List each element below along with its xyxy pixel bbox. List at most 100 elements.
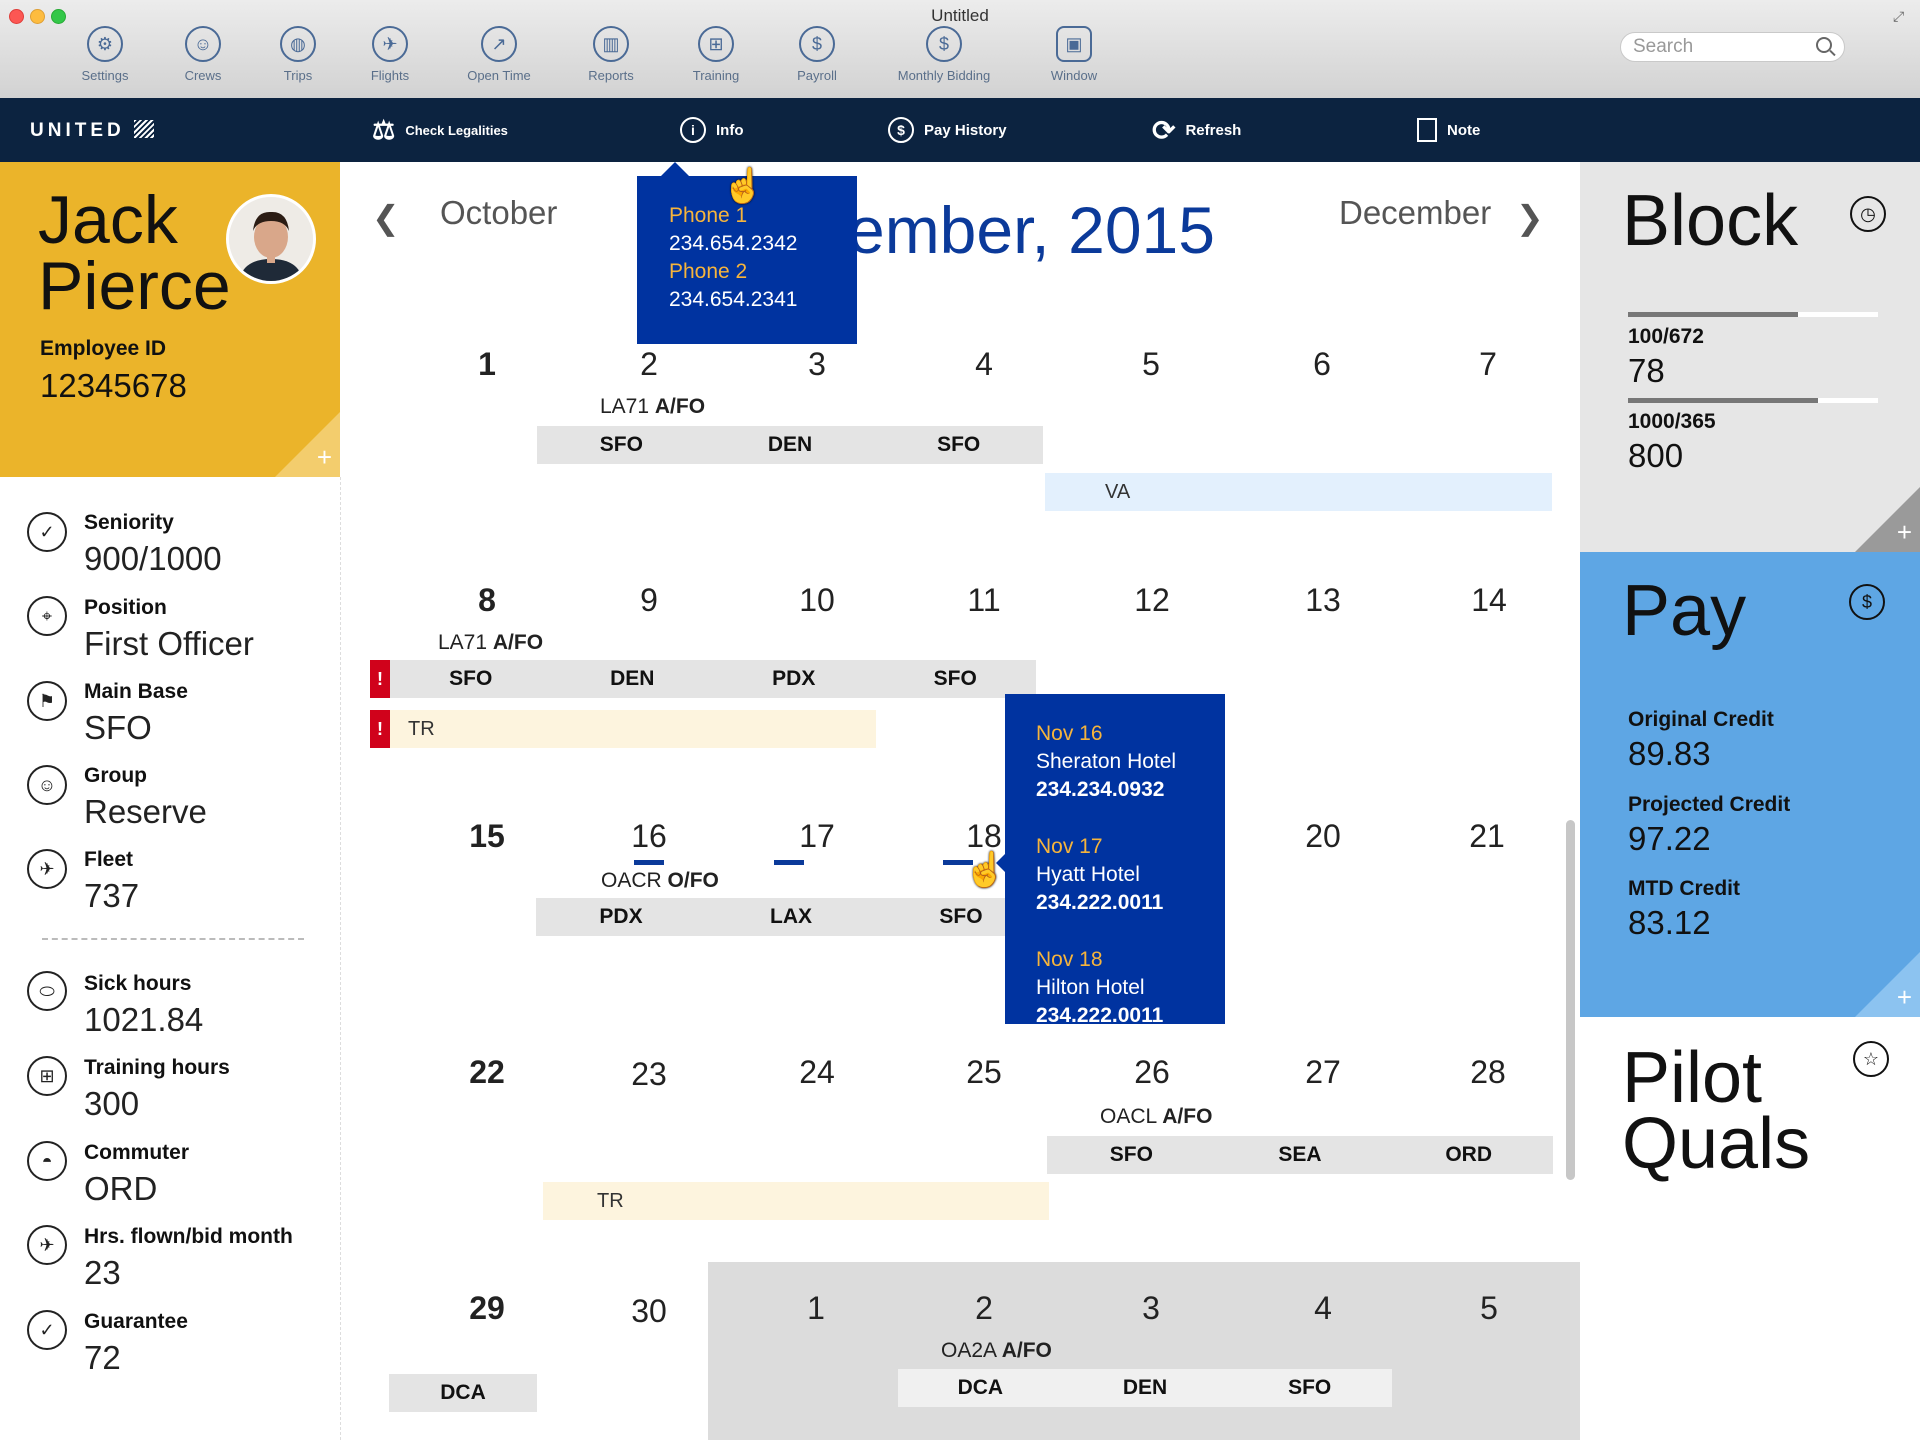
day-cell[interactable]: 1 (786, 1290, 846, 1327)
next-month-chevron-icon[interactable]: ❯ (1516, 198, 1544, 237)
day-cell[interactable]: 30 (619, 1293, 679, 1330)
hotel-entry[interactable]: Nov 17 Hyatt Hotel 234.222.0011 (1036, 835, 1163, 915)
toolbar-settings[interactable]: ⚙ Settings (50, 26, 160, 83)
trip-code: LA71 A/FO (438, 631, 543, 655)
toolbar-window[interactable]: ▣ Window (1019, 26, 1129, 83)
next-month-link[interactable]: December (1339, 194, 1491, 232)
toolbar-monthly-bidding[interactable]: $ Monthly Bidding (879, 26, 1009, 83)
stat-label: Fleet (84, 848, 134, 871)
leg-airport: PDX (772, 667, 816, 690)
day-cell[interactable]: 15 (457, 818, 517, 855)
phone1-value[interactable]: 234.654.2342 (669, 232, 797, 256)
trip-id: OACR (601, 869, 662, 892)
pointer-cursor-icon: ☝ (964, 851, 1007, 889)
pointer-cursor-icon: ☝ (722, 167, 765, 205)
trip-leg-bar[interactable]: DCA (389, 1374, 537, 1412)
day-cell[interactable]: 21 (1457, 818, 1517, 855)
check-legalities-button[interactable]: ⚖ Check Legalities (372, 98, 508, 162)
trip-leg-bar[interactable]: SFO DEN PDX SFO (390, 660, 1036, 698)
trip-leg-bar[interactable]: SFO SEA ORD (1047, 1136, 1553, 1174)
day-cell[interactable]: 3 (787, 346, 847, 383)
day-cell[interactable]: 5 (1121, 346, 1181, 383)
stat-value: 23 (84, 1254, 121, 1291)
day-cell[interactable]: 29 (457, 1290, 517, 1327)
phone2-value[interactable]: 234.654.2341 (669, 288, 797, 312)
leg-airport: DCA (440, 1381, 486, 1404)
block-add-button[interactable]: + (1855, 487, 1920, 552)
day-cell[interactable]: 17 (787, 818, 847, 855)
flag-icon: ⚑ (27, 681, 67, 721)
nav-label: Note (1447, 121, 1481, 139)
day-cell[interactable]: 24 (787, 1054, 847, 1091)
refresh-button[interactable]: ⟳ Refresh (1152, 98, 1241, 162)
hotel-phone: 234.222.0011 (1036, 1004, 1164, 1027)
toolbar: Untitled ⤢ ⚙ Settings ☺ Crews ◍ Trips ✈ … (0, 0, 1920, 99)
toolbar-label: Flights (370, 68, 410, 83)
next-month-shade (708, 1262, 1580, 1440)
toolbar-reports[interactable]: ▥ Reports (556, 26, 666, 83)
prev-month-link[interactable]: October (440, 194, 557, 232)
block-progress-1 (1628, 312, 1878, 317)
hotel-name: Sheraton Hotel (1036, 750, 1177, 773)
vacation-bar[interactable]: VA (1045, 473, 1552, 511)
hotel-entry[interactable]: Nov 18 Hilton Hotel 234.222.0011 (1036, 948, 1163, 1028)
hotel-entry[interactable]: Nov 16 Sheraton Hotel 234.234.0932 (1036, 722, 1176, 802)
day-cell[interactable]: 22 (457, 1054, 517, 1091)
day-cell[interactable]: 2 (619, 346, 679, 383)
day-cell[interactable]: 26 (1122, 1054, 1182, 1091)
day-cell[interactable]: 4 (954, 346, 1014, 383)
day-cell[interactable]: 10 (787, 582, 847, 619)
toolbar-payroll[interactable]: $ Payroll (762, 26, 872, 83)
bidding-icon: $ (926, 26, 962, 62)
pilot-profile-card: Jack Pierce Employee ID 12345678 + (0, 162, 340, 477)
day-cell[interactable]: 3 (1121, 1290, 1181, 1327)
trip-id: OACL (1100, 1105, 1157, 1128)
stat-value: Reserve (84, 793, 207, 830)
search-input[interactable]: Search (1620, 32, 1845, 62)
day-cell[interactable]: 1 (457, 346, 517, 383)
prev-month-chevron-icon[interactable]: ❮ (372, 198, 400, 237)
info-button[interactable]: i Info (680, 98, 744, 162)
note-button[interactable]: Note (1417, 98, 1480, 162)
alert-icon[interactable]: ! (370, 710, 390, 748)
day-cell[interactable]: 13 (1293, 582, 1353, 619)
calendar-scrollbar[interactable] (1566, 820, 1575, 1180)
day-cell[interactable]: 23 (619, 1056, 679, 1093)
pay-history-button[interactable]: $ Pay History (888, 98, 1007, 162)
day-cell[interactable]: 25 (954, 1054, 1014, 1091)
trip-leg-bar[interactable]: SFO DEN SFO (537, 426, 1043, 464)
trip-leg-bar[interactable]: PDX LAX SFO (536, 898, 1046, 936)
day-cell[interactable]: 4 (1293, 1290, 1353, 1327)
day-cell[interactable]: 12 (1122, 582, 1182, 619)
day-cell[interactable]: 8 (457, 582, 517, 619)
fullscreen-icon[interactable]: ⤢ (1893, 8, 1904, 25)
day-cell[interactable]: 14 (1459, 582, 1519, 619)
day-cell[interactable]: 11 (954, 582, 1014, 619)
alert-icon[interactable]: ! (370, 660, 390, 698)
stat-label: Commuter (84, 1141, 190, 1164)
day-cell[interactable]: 28 (1458, 1054, 1518, 1091)
training-bar[interactable]: TR (543, 1182, 1049, 1220)
toolbar-label: Monthly Bidding (897, 68, 991, 83)
leg-airport: SFO (449, 667, 493, 690)
stat-value: 72 (84, 1339, 121, 1376)
profile-add-button[interactable]: + (275, 412, 340, 477)
training-bar[interactable]: TR (390, 710, 876, 748)
toolbar-open-time[interactable]: ↗ Open Time (444, 26, 554, 83)
day-cell[interactable]: 6 (1292, 346, 1352, 383)
day-cell[interactable]: 27 (1293, 1054, 1353, 1091)
leg-airport: SFO (1288, 1376, 1332, 1399)
day-cell[interactable]: 20 (1293, 818, 1353, 855)
toolbar-training[interactable]: ⊞ Training (661, 26, 771, 83)
pay-add-button[interactable]: + (1855, 952, 1920, 1017)
day-cell[interactable]: 5 (1459, 1290, 1519, 1327)
day-cell[interactable]: 7 (1458, 346, 1518, 383)
nav-label: Check Legalities (405, 122, 508, 138)
toolbar-crews[interactable]: ☺ Crews (148, 26, 258, 83)
trip-leg-bar[interactable]: DCA DEN SFO (898, 1369, 1392, 1407)
toolbar-flights[interactable]: ✈ Flights (335, 26, 445, 83)
day-cell[interactable]: 16 (619, 818, 679, 855)
trip-code: OACL A/FO (1100, 1105, 1212, 1129)
day-cell[interactable]: 2 (954, 1290, 1014, 1327)
day-cell[interactable]: 9 (619, 582, 679, 619)
